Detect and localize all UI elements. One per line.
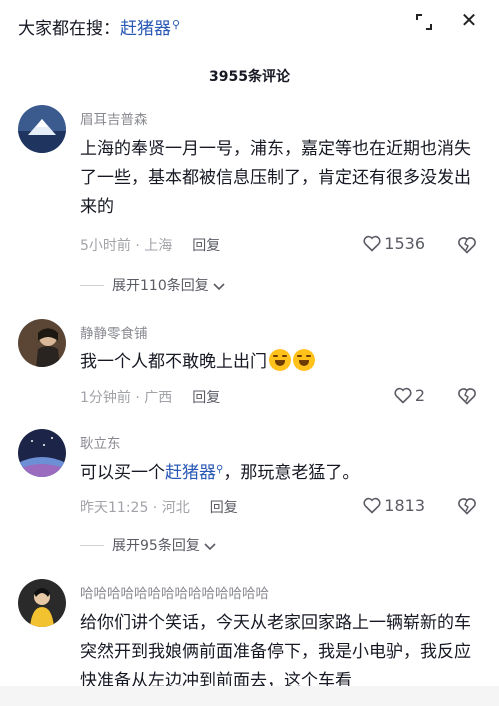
- avatar[interactable]: [18, 429, 66, 477]
- comment-text[interactable]: 给你们讲个笑话，今天从老家回家路上一辆崭新的车突然开到我娘俩前面准备停下，我是小…: [80, 609, 480, 696]
- reply-button[interactable]: 回复: [192, 238, 220, 254]
- heart-icon: [363, 497, 381, 514]
- expand-replies-label: 展开110条回复: [112, 278, 209, 294]
- chevron-down-icon: [213, 283, 225, 291]
- laughing-crying-emoji-icon: [269, 349, 291, 371]
- search-suggestion[interactable]: 大家都在搜：赶猪器⚲: [18, 14, 180, 39]
- reply-button[interactable]: 回复: [210, 500, 238, 516]
- comment-count: 3955条评论: [209, 69, 290, 85]
- comment-location: 上海: [144, 238, 173, 254]
- comment-item: 静静零食铺 我一个人都不敢晚上出门 1分钟前 · 广西 回复 2: [0, 318, 499, 418]
- expand-replies-button[interactable]: 展开110条回复: [80, 275, 225, 295]
- search-keyword-link[interactable]: 赶猪器: [165, 463, 216, 483]
- like-button[interactable]: 2: [394, 386, 425, 405]
- avatar[interactable]: [18, 319, 66, 367]
- comment-location: 广西: [144, 390, 173, 406]
- expand-replies-label: 展开95条回复: [112, 538, 200, 554]
- comment-text-body: 我一个人都不敢晚上出门: [80, 352, 267, 372]
- comment-time: 1分钟前: [80, 390, 131, 406]
- heart-icon: [363, 235, 381, 252]
- search-prefix: 大家都在搜：: [18, 19, 120, 39]
- like-count: 2: [414, 386, 425, 405]
- search-icon: ⚲: [172, 18, 181, 31]
- like-count: 1813: [384, 496, 425, 515]
- like-count: 1536: [384, 234, 425, 253]
- search-keyword-link[interactable]: 赶猪器: [120, 19, 171, 39]
- reply-button[interactable]: 回复: [192, 390, 220, 406]
- laughing-crying-emoji-icon: [293, 349, 315, 371]
- comment-time: 昨天11:25: [80, 500, 149, 516]
- avatar[interactable]: [18, 105, 66, 153]
- comment-time: 5小时前: [80, 238, 131, 254]
- top-bar: 大家都在搜：赶猪器⚲ ✕: [0, 0, 499, 50]
- comment-username[interactable]: 眉耳吉普森: [80, 108, 148, 128]
- bottom-edge: [0, 686, 499, 706]
- like-button[interactable]: 1813: [363, 496, 425, 515]
- comment-username[interactable]: 哈哈哈哈哈哈哈哈哈哈哈哈哈哈: [80, 582, 269, 602]
- comment-text[interactable]: 我一个人都不敢晚上出门: [80, 348, 480, 377]
- comment-username[interactable]: 耿立东: [80, 432, 121, 452]
- comment-item: 眉耳吉普森 上海的奉贤一月一号，浦东，嘉定等也在近期也消失了一些，基本都被信息压…: [0, 102, 499, 302]
- close-icon[interactable]: ✕: [458, 8, 480, 32]
- expand-replies-button[interactable]: 展开95条回复: [80, 535, 216, 555]
- dislike-icon[interactable]: [457, 235, 477, 255]
- comment-text[interactable]: 可以买一个赶猪器⚲，那玩意老猛了。: [80, 459, 480, 490]
- chevron-down-icon: [204, 543, 216, 551]
- comment-username[interactable]: 静静零食铺: [80, 322, 148, 342]
- expand-icon[interactable]: [413, 11, 435, 33]
- avatar[interactable]: [18, 579, 66, 627]
- heart-icon: [394, 387, 412, 404]
- dislike-icon[interactable]: [457, 496, 477, 516]
- comment-meta: 昨天11:25 · 河北 回复: [80, 500, 238, 516]
- comment-text[interactable]: 上海的奉贤一月一号，浦东，嘉定等也在近期也消失了一些，基本都被信息压制了，肯定还…: [80, 135, 480, 222]
- comment-meta: 5小时前 · 上海 回复: [80, 238, 221, 254]
- dislike-icon[interactable]: [457, 386, 477, 406]
- like-button[interactable]: 1536: [363, 234, 425, 253]
- comment-item: 耿立东 可以买一个赶猪器⚲，那玩意老猛了。 昨天11:25 · 河北 回复 181…: [0, 428, 499, 568]
- comment-text-before: 可以买一个: [80, 463, 165, 483]
- comment-location: 河北: [161, 500, 190, 516]
- comment-text-after: ，那玩意老猛了。: [223, 463, 360, 483]
- search-icon: ⚲: [216, 464, 224, 475]
- comment-meta: 1分钟前 · 广西 回复: [80, 390, 221, 406]
